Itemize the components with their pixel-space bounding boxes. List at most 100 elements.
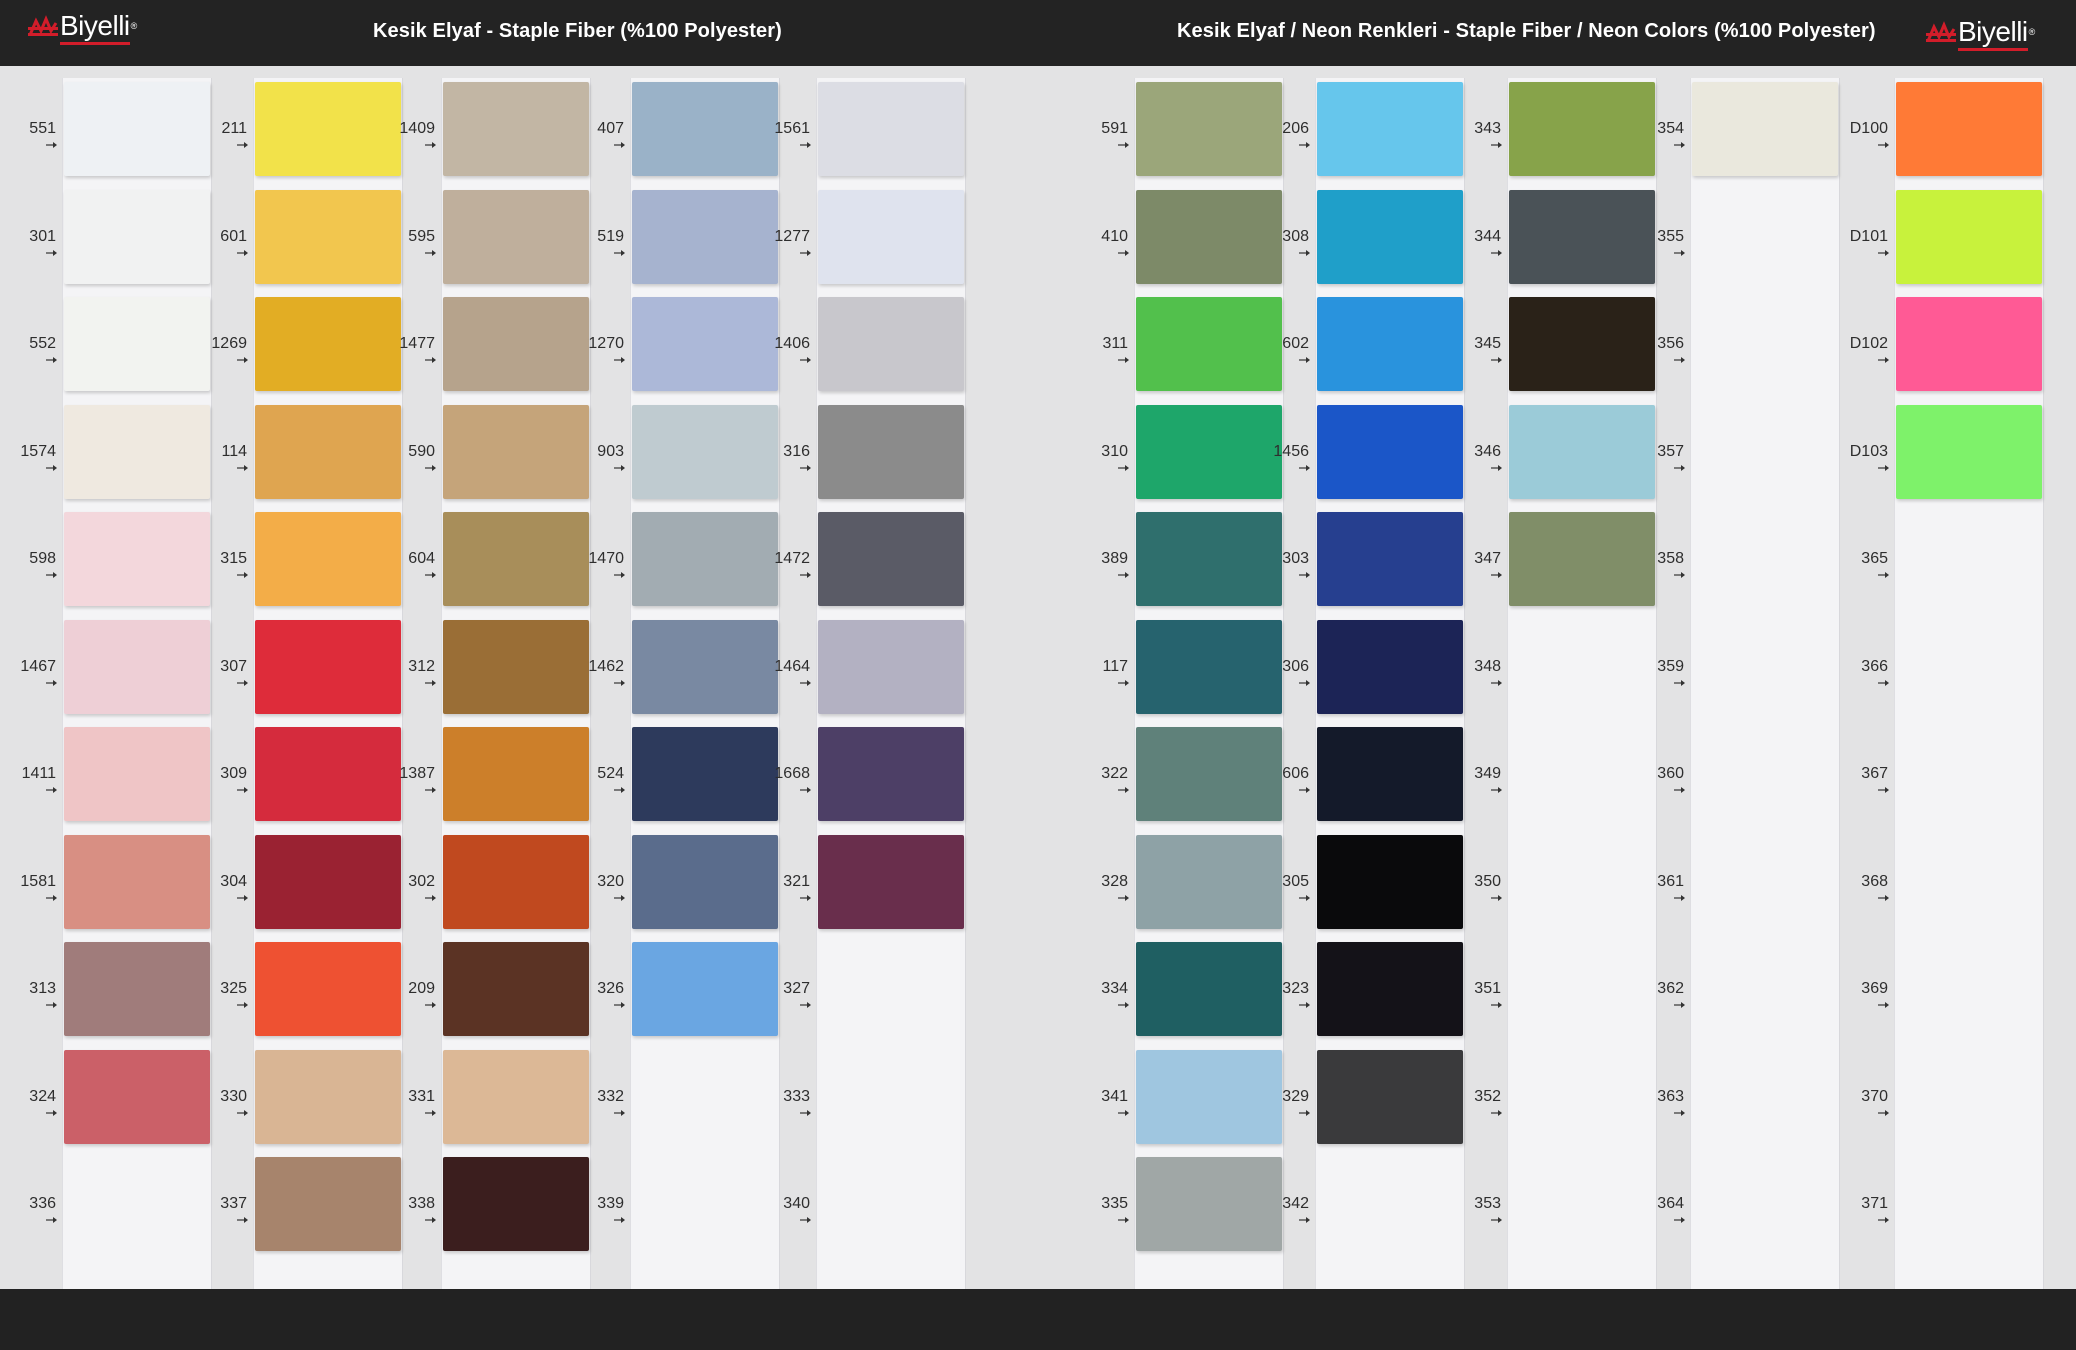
color-code-label: 350 xyxy=(1474,872,1501,890)
color-swatch xyxy=(818,834,964,929)
color-code-label: 346 xyxy=(1474,442,1501,460)
arrow-right-icon xyxy=(46,787,57,793)
color-code-label: 348 xyxy=(1474,657,1501,675)
color-swatch xyxy=(64,942,210,1036)
color-code-label: 343 xyxy=(1474,120,1501,137)
color-code-label: 310 xyxy=(1101,442,1128,460)
color-swatch xyxy=(1896,297,2042,391)
color-code-label: 340 xyxy=(783,1195,810,1212)
color-code-label: 301 xyxy=(29,227,56,245)
color-code-label: 1472 xyxy=(774,550,810,567)
color-code-label: 1406 xyxy=(774,335,810,352)
color-code-label: 336 xyxy=(29,1195,56,1212)
arrow-right-icon xyxy=(1299,679,1310,686)
color-code-label: 211 xyxy=(221,120,247,137)
arrow-right-icon xyxy=(1674,787,1685,793)
color-code-label: 371 xyxy=(1861,1195,1888,1212)
color-code-label: 1464 xyxy=(774,657,810,675)
arrow-right-icon xyxy=(1878,679,1889,686)
arrow-right-icon xyxy=(1878,787,1889,793)
color-code-label: 602 xyxy=(1282,335,1309,352)
arrow-right-icon xyxy=(614,142,625,148)
arrow-right-icon xyxy=(425,894,436,901)
color-swatch xyxy=(1317,512,1463,606)
arrow-right-icon xyxy=(237,249,248,256)
arrow-right-icon xyxy=(1674,1217,1685,1223)
arrow-right-icon xyxy=(46,464,57,471)
arrow-right-icon xyxy=(1118,142,1129,148)
color-code-label: 363 xyxy=(1657,1087,1684,1105)
color-swatch xyxy=(1317,834,1463,929)
arrow-right-icon xyxy=(1878,1002,1889,1008)
arrow-right-icon xyxy=(614,894,625,901)
color-code-label: 407 xyxy=(597,120,624,137)
arrow-right-icon xyxy=(1674,142,1685,148)
color-code-label: 334 xyxy=(1101,980,1128,997)
color-code-label: 551 xyxy=(29,120,56,137)
color-code-label: 302 xyxy=(408,872,435,890)
arrow-right-icon xyxy=(1491,894,1502,901)
color-code-label: 519 xyxy=(597,227,624,245)
brand-name: Biyelli xyxy=(60,10,130,45)
color-swatch xyxy=(64,82,210,176)
arrow-right-icon xyxy=(1299,787,1310,793)
arrow-right-icon xyxy=(1118,894,1129,901)
color-code-label: 364 xyxy=(1657,1195,1684,1212)
color-code-label: 903 xyxy=(597,442,624,460)
color-code-label: 354 xyxy=(1657,120,1684,137)
arrow-right-icon xyxy=(1491,572,1502,578)
color-swatch xyxy=(64,727,210,821)
arrow-right-icon xyxy=(800,894,811,901)
color-code-label: 370 xyxy=(1861,1087,1888,1105)
color-swatch xyxy=(1317,1049,1463,1144)
swatch-column: 551 301 552 1574 598 1467 1411 1581 313 324 336 xyxy=(0,66,220,1289)
color-code-label: 337 xyxy=(220,1195,247,1212)
color-code-label: 313 xyxy=(29,980,56,997)
arrow-right-icon xyxy=(800,572,811,578)
arrow-right-icon xyxy=(1491,249,1502,256)
arrow-right-icon xyxy=(1878,1217,1889,1223)
color-code-label: 117 xyxy=(1102,657,1128,675)
arrow-right-icon xyxy=(1674,357,1685,363)
arrow-right-icon xyxy=(46,679,57,686)
color-code-label: 410 xyxy=(1101,227,1128,245)
arrow-right-icon xyxy=(46,1109,57,1116)
color-code-label: 590 xyxy=(408,442,435,460)
color-code-label: 330 xyxy=(220,1087,247,1105)
arrow-right-icon xyxy=(1674,464,1685,471)
color-code-label: 524 xyxy=(597,765,624,782)
arrow-right-icon xyxy=(1299,1217,1310,1223)
arrow-right-icon xyxy=(425,679,436,686)
arrow-right-icon xyxy=(1118,1217,1129,1223)
color-swatch xyxy=(64,1049,210,1144)
arrow-right-icon xyxy=(614,679,625,686)
color-swatch xyxy=(64,512,210,606)
color-code-label: 342 xyxy=(1282,1195,1309,1212)
color-swatch xyxy=(1317,82,1463,176)
color-swatch xyxy=(1317,404,1463,499)
arrow-right-icon xyxy=(1674,249,1685,256)
color-code-label: 304 xyxy=(220,872,247,890)
color-code-label: 335 xyxy=(1101,1195,1128,1212)
arrow-right-icon xyxy=(1118,679,1129,686)
color-code-label: 357 xyxy=(1657,442,1684,460)
arrow-right-icon xyxy=(425,142,436,148)
color-card-sheet: 551 301 552 1574 598 1467 1411 1581 313 324 336 211… xyxy=(0,66,2076,1289)
arrow-right-icon xyxy=(1118,787,1129,793)
arrow-right-icon xyxy=(1491,1217,1502,1223)
color-code-label: 365 xyxy=(1861,550,1888,567)
arrow-right-icon xyxy=(46,249,57,256)
arrow-right-icon xyxy=(1878,357,1889,363)
arrow-right-icon xyxy=(237,464,248,471)
color-code-label: 316 xyxy=(783,442,810,460)
swatch-column: D100 D101 D102 D103 365 366 367 368 369 370 371 xyxy=(1832,66,2052,1289)
color-code-label: 322 xyxy=(1101,765,1128,782)
color-code-label: 367 xyxy=(1861,765,1888,782)
color-code-label: 1581 xyxy=(20,872,56,890)
color-code-label: 331 xyxy=(408,1087,435,1105)
card-strip xyxy=(1690,78,1840,1289)
color-code-label: 601 xyxy=(220,227,247,245)
color-code-label: 1668 xyxy=(774,765,810,782)
color-swatch xyxy=(1692,82,1838,176)
color-code-label: 329 xyxy=(1282,1087,1309,1105)
